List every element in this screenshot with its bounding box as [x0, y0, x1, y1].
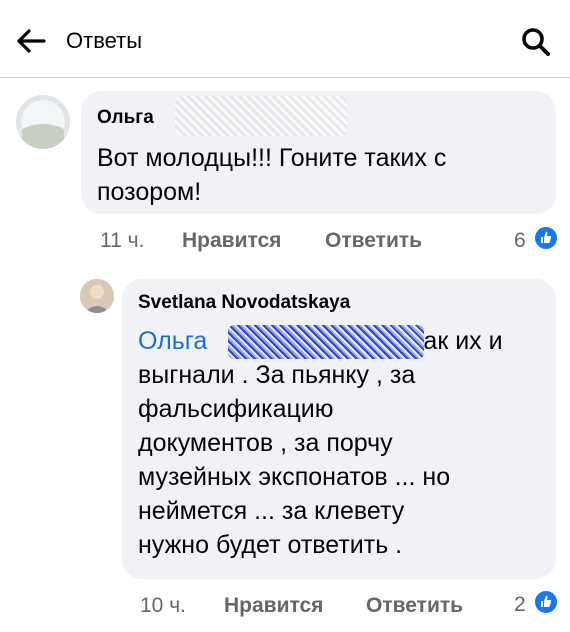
header-divider [0, 77, 570, 78]
avatar[interactable] [16, 95, 70, 149]
like-icon [533, 225, 559, 251]
reply-button[interactable]: Ответить [325, 229, 422, 253]
redacted-surname [175, 96, 347, 136]
like-icon [533, 589, 559, 615]
comment-time[interactable]: 10 ч. [140, 594, 186, 618]
avatar-image [80, 279, 114, 313]
avatar-image [16, 95, 70, 149]
search-icon[interactable] [520, 26, 552, 58]
arrow-left-icon[interactable] [14, 26, 48, 56]
comment-text-line: музейных экспонатов ... но [138, 463, 451, 491]
avatar[interactable] [80, 279, 114, 313]
redacted-mention [228, 325, 424, 359]
comment-text-line: так их и [412, 327, 503, 355]
comment-text: Ольга так их и выгнали . За пьянку , за ф… [138, 324, 548, 562]
mention-link[interactable]: Ольга [138, 327, 207, 355]
comment-text-line: документов , за порчу [138, 429, 393, 457]
like-button[interactable]: Нравится [182, 229, 281, 253]
reaction-count[interactable]: 2 [514, 593, 526, 617]
reaction-count[interactable]: 6 [514, 229, 526, 253]
comment-text-line: фальсификацию [138, 395, 334, 423]
comment-text: Вот молодцы!!! Гоните таких с позором! [97, 144, 447, 206]
comment-text-line: выгнали . За пьянку , за [138, 361, 416, 389]
comment-author[interactable]: Svetlana Novodatskaya [138, 292, 350, 314]
comment-author[interactable]: Ольга [97, 107, 154, 129]
comment-text-line: неймется ... за клевету [138, 497, 405, 525]
comment-text-line: нужно будет ответить . [138, 531, 403, 559]
comment-time[interactable]: 11 ч. [100, 229, 144, 253]
app-header: Ответы [0, 0, 570, 78]
like-button[interactable]: Нравится [224, 594, 323, 618]
page-title: Ответы [66, 28, 143, 53]
reply-button[interactable]: Ответить [366, 594, 463, 618]
